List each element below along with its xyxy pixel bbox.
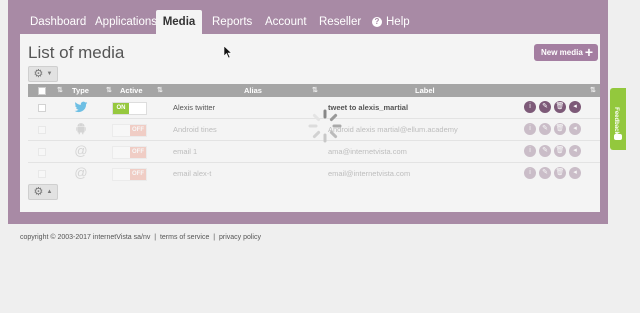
sort-icon[interactable]: ⇅ (157, 84, 163, 97)
edit-icon[interactable]: ✎ (539, 101, 551, 113)
app-frame: Dashboard Applications Media Reports Acc… (8, 0, 608, 224)
new-media-button[interactable]: New media + (534, 44, 598, 61)
mouse-cursor-icon (224, 46, 232, 58)
active-toggle[interactable]: ON (112, 102, 147, 115)
edit-icon[interactable]: ✎ (539, 123, 551, 135)
sort-icon[interactable]: ⇅ (106, 84, 112, 97)
twitter-icon (74, 100, 88, 114)
info-icon[interactable]: i (524, 101, 536, 113)
privacy-link[interactable]: privacy policy (219, 234, 261, 241)
bulk-actions-top[interactable]: ⚙ ▼ (28, 66, 58, 82)
media-alias: Android tines (173, 125, 217, 134)
feedback-tab[interactable]: Feedback (610, 88, 626, 150)
chevron-down-icon: ▼ (46, 71, 53, 77)
test-icon[interactable]: ◂ (569, 101, 581, 113)
loading-spinner-icon (308, 109, 342, 143)
active-toggle[interactable]: OFF (112, 168, 147, 181)
media-label: ama@internetvista.com (328, 147, 407, 156)
edit-icon[interactable]: ✎ (539, 145, 551, 157)
row-checkbox[interactable] (38, 148, 46, 156)
nav-media[interactable]: Media (156, 10, 202, 34)
nav-reseller[interactable]: Reseller (319, 10, 361, 34)
android-icon (74, 122, 88, 136)
footer: copyright © 2003-2017 internetVista sa/n… (20, 234, 261, 241)
media-alias: email 1 (173, 147, 198, 156)
info-icon[interactable]: i (524, 145, 536, 157)
chat-bubble-icon (614, 134, 622, 140)
table-row: @ OFF email 1 ama@internetvista.com i ✎ … (28, 141, 600, 162)
terms-link[interactable]: terms of service (160, 234, 209, 241)
nav-dashboard[interactable]: Dashboard (30, 10, 86, 34)
footer-separator: | (154, 234, 157, 241)
test-icon[interactable]: ◂ (569, 145, 581, 157)
active-toggle[interactable]: OFF (112, 146, 147, 159)
delete-icon[interactable]: 🗑 (554, 145, 566, 157)
column-label[interactable]: Label (415, 84, 435, 97)
info-icon[interactable]: i (524, 167, 536, 179)
bulk-actions-bottom[interactable]: ⚙ ▲ (28, 184, 58, 200)
media-label: Android alexis martial@ellum.academy (328, 125, 458, 134)
nav-account[interactable]: Account (265, 10, 307, 34)
sort-icon[interactable]: ⇅ (57, 84, 63, 97)
nav-help[interactable]: ? Help (372, 10, 410, 34)
at-icon: @ (74, 143, 88, 158)
plus-icon: + (584, 44, 593, 60)
select-all-checkbox[interactable] (38, 87, 46, 95)
media-alias: email alex-t (173, 169, 212, 178)
delete-icon[interactable]: 🗑 (554, 167, 566, 179)
at-icon: @ (74, 165, 88, 180)
nav-help-label: Help (386, 16, 410, 28)
new-media-label: New media (541, 48, 583, 57)
test-icon[interactable]: ◂ (569, 167, 581, 179)
nav-reports[interactable]: Reports (212, 10, 252, 34)
edit-icon[interactable]: ✎ (539, 167, 551, 179)
table-row: @ OFF email alex-t email@internetvista.c… (28, 163, 600, 184)
chevron-up-icon: ▲ (46, 189, 53, 195)
table-header: ⇅ Type ⇅ Active ⇅ Alias ⇅ Label ⇅ (28, 84, 600, 97)
info-icon[interactable]: i (524, 123, 536, 135)
help-icon: ? (372, 17, 382, 27)
footer-separator: | (213, 234, 216, 241)
row-checkbox[interactable] (38, 104, 46, 112)
column-type[interactable]: Type (72, 84, 89, 97)
media-alias: Alexis twitter (173, 103, 216, 112)
row-checkbox[interactable] (38, 170, 46, 178)
copyright-text: copyright © 2003-2017 internetVista sa/n… (20, 234, 151, 241)
sort-icon[interactable]: ⇅ (590, 84, 596, 97)
main-nav: Dashboard Applications Media Reports Acc… (8, 10, 608, 34)
nav-applications[interactable]: Applications (95, 10, 157, 34)
column-alias[interactable]: Alias (244, 84, 262, 97)
media-label: email@internetvista.com (328, 169, 411, 178)
delete-icon[interactable]: 🗑 (554, 123, 566, 135)
delete-icon[interactable]: 🗑 (554, 101, 566, 113)
media-panel: List of media New media + ⚙ ▼ ⇅ Type ⇅ A… (20, 34, 600, 212)
page-title: List of media (28, 43, 125, 62)
column-active[interactable]: Active (120, 84, 143, 97)
sort-icon[interactable]: ⇅ (312, 84, 318, 97)
test-icon[interactable]: ◂ (569, 123, 581, 135)
gear-icon: ⚙ (33, 186, 44, 198)
gear-icon: ⚙ (33, 68, 44, 80)
active-toggle[interactable]: OFF (112, 124, 147, 137)
row-checkbox[interactable] (38, 126, 46, 134)
